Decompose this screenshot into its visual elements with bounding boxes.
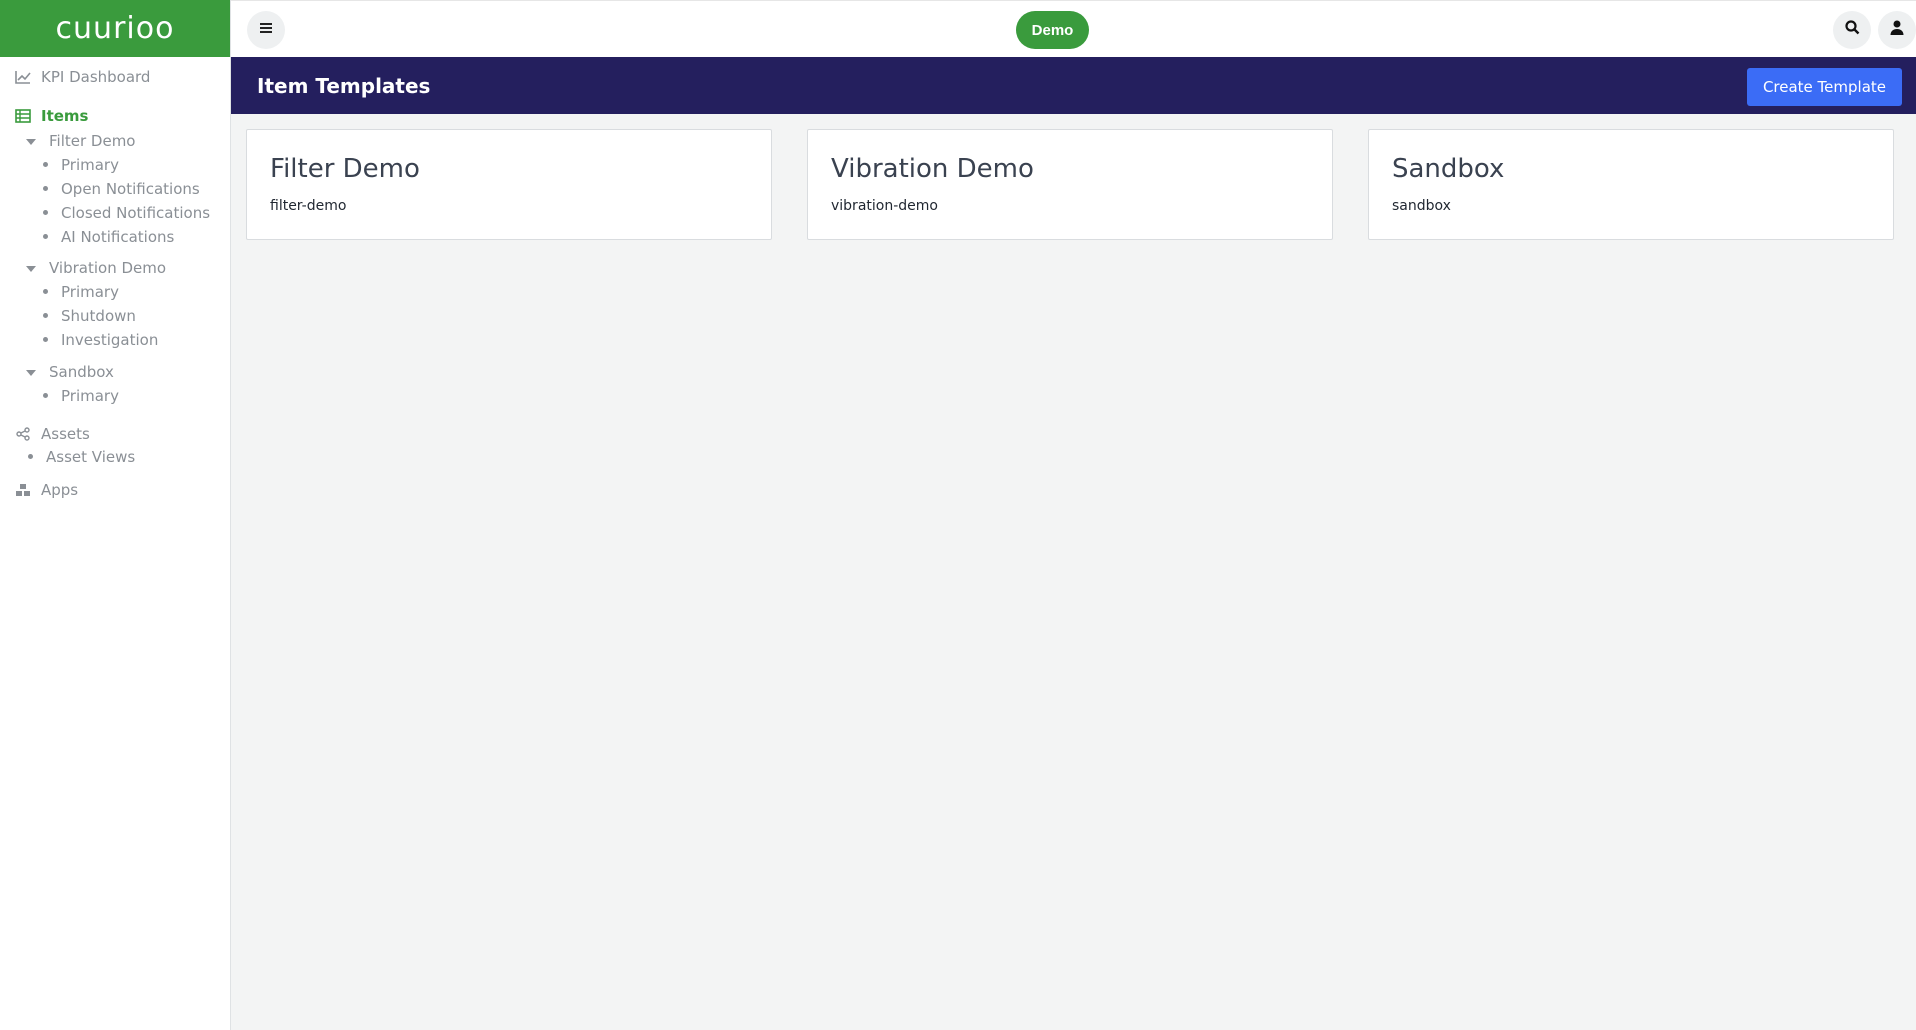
sidebar-sub-closed-notifications[interactable]: Closed Notifications	[61, 204, 210, 222]
bullet-icon	[43, 289, 48, 294]
template-card[interactable]: Filter Demo filter-demo	[246, 129, 772, 240]
template-card-slug: vibration-demo	[831, 198, 938, 214]
sidebar-group-vibration-demo[interactable]: Vibration Demo	[49, 259, 166, 277]
user-icon	[1890, 20, 1904, 40]
template-card-title: Sandbox	[1392, 154, 1505, 184]
template-card-title: Vibration Demo	[831, 154, 1034, 184]
table-icon	[15, 108, 31, 124]
caret-down-icon[interactable]	[26, 266, 36, 272]
bullet-icon	[28, 454, 33, 459]
sidebar-item-assets[interactable]: Assets	[0, 425, 90, 443]
page-title: Item Templates	[257, 74, 431, 98]
hamburger-menu-button[interactable]	[247, 11, 285, 49]
sidebar-sub-filter-primary[interactable]: Primary	[61, 156, 119, 174]
sidebar-item-label: Assets	[41, 425, 90, 443]
sidebar-item-items[interactable]: Items	[0, 107, 88, 125]
bullet-icon	[43, 393, 48, 398]
sidebar-item-label: Items	[41, 107, 89, 125]
bullet-icon	[43, 313, 48, 318]
sidebar-group-filter-demo[interactable]: Filter Demo	[49, 132, 135, 150]
sidebar-item-label: Apps	[41, 481, 79, 499]
sidebar-sub-investigation[interactable]: Investigation	[61, 331, 158, 349]
bullet-icon	[43, 186, 48, 191]
sidebar: cuurioo KPI Dashboard Items Filter Demo …	[0, 0, 231, 1030]
sidebar-group-sandbox[interactable]: Sandbox	[49, 363, 114, 381]
cubes-icon	[15, 482, 31, 498]
search-icon	[1844, 20, 1860, 40]
bullet-icon	[43, 162, 48, 167]
page-header: Item Templates Create Template	[231, 57, 1916, 114]
bullet-icon	[43, 337, 48, 342]
search-button[interactable]	[1833, 11, 1871, 49]
bullet-icon	[43, 234, 48, 239]
sidebar-item-kpi-dashboard[interactable]: KPI Dashboard	[0, 68, 150, 86]
hamburger-menu-icon	[259, 21, 273, 39]
template-card-title: Filter Demo	[270, 154, 420, 184]
caret-down-icon[interactable]	[26, 370, 36, 376]
caret-down-icon[interactable]	[26, 139, 36, 145]
line-chart-icon	[15, 69, 31, 85]
sidebar-sub-ai-notifications[interactable]: AI Notifications	[61, 228, 174, 246]
logo-bar[interactable]: cuurioo	[0, 0, 230, 57]
template-card-slug: filter-demo	[270, 198, 347, 214]
create-template-button[interactable]: Create Template	[1746, 68, 1902, 106]
sidebar-sub-vibration-primary[interactable]: Primary	[61, 283, 119, 301]
sidebar-sub-shutdown[interactable]: Shutdown	[61, 307, 136, 325]
template-card-slug: sandbox	[1392, 198, 1451, 214]
template-card[interactable]: Sandbox sandbox	[1368, 129, 1894, 240]
sidebar-sub-open-notifications[interactable]: Open Notifications	[61, 180, 200, 198]
sidebar-sub-asset-views[interactable]: Asset Views	[46, 448, 135, 466]
user-menu-button[interactable]	[1878, 11, 1916, 49]
top-bar: Demo	[231, 0, 1916, 57]
sidebar-item-apps[interactable]: Apps	[0, 481, 78, 499]
sidebar-sub-sandbox-primary[interactable]: Primary	[61, 387, 119, 405]
template-card[interactable]: Vibration Demo vibration-demo	[807, 129, 1333, 240]
share-nodes-icon	[15, 426, 31, 442]
bullet-icon	[43, 210, 48, 215]
sidebar-item-label: KPI Dashboard	[41, 68, 151, 86]
logo[interactable]: cuurioo	[56, 11, 175, 46]
workspace-badge[interactable]: Demo	[1016, 11, 1089, 49]
